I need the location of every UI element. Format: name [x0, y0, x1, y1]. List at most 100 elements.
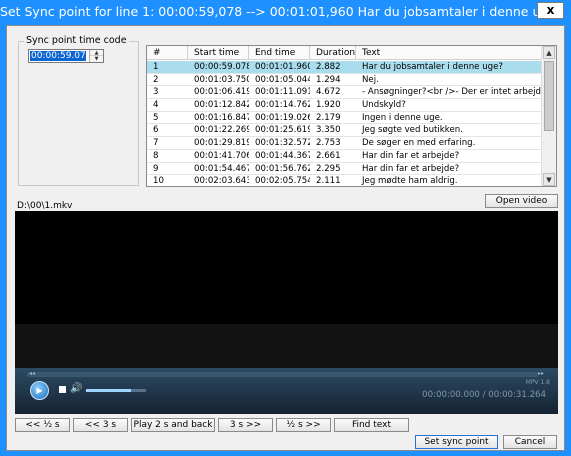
row-text: Jeg mødte ham aldrig.: [362, 176, 458, 187]
row-end-time: 00:01:44.367: [255, 150, 310, 161]
table-row[interactable]: 8 00:01:41.706 00:01:44.367 2.661 Har din fa…: [147, 150, 542, 163]
forward-half-second-button[interactable]: ½ s >>: [276, 418, 331, 432]
scroll-down-icon[interactable]: ▼: [543, 173, 555, 186]
row-end-time: 00:01:14.762: [255, 100, 310, 111]
window-title: Set Sync point for line 1: 00:00:59,078 …: [0, 4, 563, 19]
column-end-time-header[interactable]: End time: [249, 46, 310, 60]
table-row[interactable]: 4 00:01:12.842 00:01:14.762 1.920 Undskyld?: [147, 99, 542, 112]
row-start-time: 00:00:59.078: [194, 62, 249, 72]
row-end-time: 00:01:19.026: [255, 112, 310, 123]
video-file-path: D:\00\1.mkv: [17, 201, 73, 211]
row-duration: 2.753: [316, 138, 341, 149]
table-row[interactable]: 10 00:02:03.643 00:02:05.754 2.111 Jeg mødte…: [147, 175, 542, 187]
row-duration: 2.111: [316, 176, 341, 187]
row-end-time: 00:01:01.960: [255, 62, 310, 72]
row-number: 4: [153, 100, 159, 111]
vertical-scrollbar[interactable]: ▲ ▼: [541, 46, 556, 186]
volume-slider[interactable]: [86, 389, 146, 392]
player-tag: MPV 1.8: [525, 379, 550, 386]
row-start-time: 00:01:22.269: [194, 125, 249, 136]
row-start-time: 00:02:03.643: [194, 176, 249, 187]
subtitle-list-header: # Start time End time Duration Text: [147, 46, 542, 60]
player-controls: ◂◂ ▸▸ ▶ 🔊 MPV 1.8 00:00:00.000 / 00:00:3…: [15, 368, 558, 414]
column-text-header[interactable]: Text: [356, 46, 542, 60]
play-icon[interactable]: ▶: [30, 381, 49, 400]
row-number: 6: [153, 125, 159, 136]
row-end-time: 00:01:05.044: [255, 74, 310, 85]
volume-icon[interactable]: 🔊: [70, 383, 82, 394]
row-number: 1: [153, 62, 159, 72]
sync-point-group: Sync point time code 00:00:59.078 ▲ ▼: [18, 35, 139, 186]
row-end-time: 00:01:25.619: [255, 125, 310, 136]
find-text-button[interactable]: Find text: [334, 418, 409, 432]
time-display: 00:00:00.000 / 00:00:31.264: [422, 390, 546, 400]
column-number-header[interactable]: #: [147, 46, 188, 60]
stop-icon[interactable]: [59, 386, 66, 393]
cancel-button[interactable]: Cancel: [503, 435, 557, 449]
row-number: 7: [153, 138, 159, 149]
row-text: Har din far et arbejde?: [362, 150, 460, 161]
scroll-thumb[interactable]: [544, 61, 554, 131]
row-text: Har din far et arbejde?: [362, 163, 460, 174]
row-number: 3: [153, 87, 159, 98]
dialog-body: Sync point time code 00:00:59.078 ▲ ▼ # …: [6, 25, 565, 451]
time-code-value[interactable]: 00:00:59.078: [30, 51, 91, 61]
table-row[interactable]: 3 00:01:06.419 00:01:11.091 4.672 - Ansøgnin…: [147, 86, 542, 100]
row-end-time: 00:02:05.754: [255, 176, 310, 187]
row-duration: 1.920: [316, 100, 341, 111]
table-row[interactable]: 5 00:01:16.847 00:01:19.026 2.179 Ingen i de…: [147, 112, 542, 125]
seek-bar[interactable]: [27, 372, 538, 377]
row-end-time: 00:01:32.572: [255, 138, 310, 149]
seek-forward-icon[interactable]: ▸▸: [538, 370, 544, 377]
row-number: 5: [153, 112, 159, 123]
table-row[interactable]: 1 00:00:59.078 00:01:01.960 2.882 Har du job…: [147, 61, 542, 74]
title-bar: Set Sync point for line 1: 00:00:59,078 …: [0, 0, 571, 24]
back-3-seconds-button[interactable]: << 3 s: [73, 418, 128, 432]
row-start-time: 00:01:12.842: [194, 100, 249, 111]
row-text: Jeg søgte ved butikken.: [362, 125, 463, 136]
spin-down-icon[interactable]: ▼: [90, 56, 103, 62]
row-start-time: 00:01:54.467: [194, 163, 249, 174]
row-text: De søger en med erfaring.: [362, 138, 476, 149]
video-player[interactable]: ◂◂ ▸▸ ▶ 🔊 MPV 1.8 00:00:00.000 / 00:00:3…: [15, 211, 558, 414]
row-text: - Ansøgninger?<br />- Der er intet arbej…: [362, 87, 542, 98]
play-2s-and-back-button[interactable]: Play 2 s and back: [131, 418, 215, 432]
forward-3-seconds-button[interactable]: 3 s >>: [218, 418, 273, 432]
scroll-up-icon[interactable]: ▲: [543, 46, 555, 59]
row-number: 2: [153, 74, 159, 85]
back-half-second-button[interactable]: << ½ s: [15, 418, 70, 432]
row-start-time: 00:01:29.819: [194, 138, 249, 149]
row-duration: 1.294: [316, 74, 341, 85]
time-code-spinner: ▲ ▼: [89, 50, 103, 62]
table-row[interactable]: 6 00:01:22.269 00:01:25.619 3.350 Jeg søgte …: [147, 124, 542, 138]
row-duration: 3.350: [316, 125, 341, 136]
row-text: Nej.: [362, 74, 379, 85]
set-sync-point-button[interactable]: Set sync point: [415, 435, 498, 449]
row-number: 10: [153, 176, 164, 187]
sync-point-group-label: Sync point time code: [24, 35, 129, 46]
column-start-time-header[interactable]: Start time: [188, 46, 249, 60]
sync-point-time-code-input[interactable]: 00:00:59.078 ▲ ▼: [28, 49, 104, 63]
video-frame-band: [15, 324, 558, 368]
table-row[interactable]: 9 00:01:54.467 00:01:56.762 2.295 Har din fa…: [147, 163, 542, 176]
row-text: Har du jobsamtaler i denne uge?: [362, 62, 503, 72]
row-start-time: 00:01:03.750: [194, 74, 249, 85]
close-button[interactable]: x: [537, 2, 564, 19]
subtitle-list: # Start time End time Duration Text 1 00:…: [146, 45, 557, 187]
row-duration: 2.882: [316, 62, 341, 72]
row-end-time: 00:01:56.762: [255, 163, 310, 174]
table-row[interactable]: 7 00:01:29.819 00:01:32.572 2.753 De søger e…: [147, 137, 542, 150]
seek-back-icon[interactable]: ◂◂: [29, 370, 35, 377]
column-duration-header[interactable]: Duration: [310, 46, 356, 60]
row-duration: 2.295: [316, 163, 341, 174]
dialog-window: Set Sync point for line 1: 00:00:59,078 …: [0, 0, 571, 456]
row-end-time: 00:01:11.091: [255, 87, 310, 98]
row-start-time: 00:01:41.706: [194, 150, 249, 161]
subtitle-rows: 1 00:00:59.078 00:01:01.960 2.882 Har du job…: [147, 61, 542, 187]
row-start-time: 00:01:06.419: [194, 87, 249, 98]
table-row[interactable]: 2 00:01:03.750 00:01:05.044 1.294 Nej.: [147, 74, 542, 87]
open-video-button[interactable]: Open video: [485, 194, 558, 208]
row-number: 8: [153, 150, 159, 161]
row-number: 9: [153, 163, 159, 174]
volume-level: [86, 389, 131, 392]
